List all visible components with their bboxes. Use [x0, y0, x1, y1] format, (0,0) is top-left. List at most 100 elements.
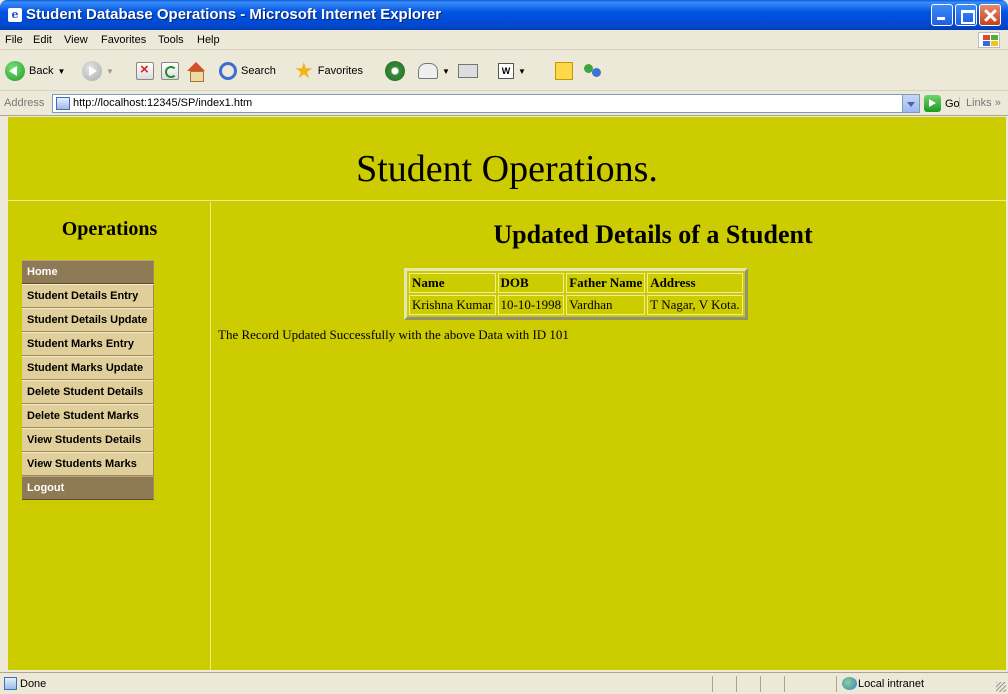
- word-icon: W: [498, 63, 514, 79]
- nav-item-home[interactable]: Home: [22, 260, 154, 284]
- update-status-message: The Record Updated Successfully with the…: [218, 327, 569, 342]
- cell-address: T Nagar, V Kota.: [647, 295, 743, 315]
- student-details-table: Name DOB Father Name Address Krishna Kum…: [404, 268, 748, 320]
- links-label: Links: [966, 97, 992, 109]
- main-heading: Updated Details of a Student: [493, 220, 813, 249]
- search-icon: [219, 62, 237, 80]
- messenger-button[interactable]: [582, 59, 604, 83]
- media-button[interactable]: [385, 59, 405, 83]
- home-icon: [186, 62, 206, 82]
- table-row: Krishna Kumar 10-10-1998 Vardhan T Nagar…: [409, 295, 743, 315]
- local-intranet-icon: [842, 677, 857, 690]
- cell-name: Krishna Kumar: [409, 295, 496, 315]
- messenger-icon: [582, 62, 604, 80]
- menu-view[interactable]: View: [64, 34, 88, 46]
- window-title: Student Database Operations - Microsoft …: [26, 6, 442, 23]
- mail-dropdown-icon[interactable]: ▼: [442, 67, 450, 76]
- status-text: Done: [20, 678, 47, 690]
- nav-item-student-marks-entry[interactable]: Student Marks Entry: [22, 332, 154, 356]
- back-label: Back: [29, 65, 54, 77]
- column-header-father-name: Father Name: [566, 273, 646, 293]
- nav-item-view-students-marks[interactable]: View Students Marks: [22, 452, 154, 476]
- go-button[interactable]: Go: [924, 95, 960, 112]
- edit-button[interactable]: W ▼: [498, 59, 526, 83]
- back-dropdown-icon[interactable]: ▼: [57, 67, 65, 76]
- go-arrow-icon: [924, 95, 941, 112]
- address-input[interactable]: http://localhost:12345/SP/index1.htm: [52, 94, 920, 113]
- security-zone-text: Local intranet: [858, 678, 925, 690]
- minimize-button[interactable]: [931, 4, 953, 26]
- menu-file[interactable]: File: [5, 34, 23, 46]
- nav-item-view-students-details[interactable]: View Students Details: [22, 428, 154, 452]
- stop-button[interactable]: [136, 59, 154, 83]
- back-icon: [5, 61, 25, 81]
- column-header-dob: DOB: [497, 273, 565, 293]
- nav-item-delete-student-details[interactable]: Delete Student Details: [22, 380, 154, 404]
- nav-item-student-details-update[interactable]: Student Details Update: [22, 308, 154, 332]
- resize-grip-icon[interactable]: [996, 682, 1006, 692]
- address-url[interactable]: http://localhost:12345/SP/index1.htm: [73, 97, 252, 109]
- sidebar-title: Operations: [61, 218, 158, 240]
- back-button[interactable]: Back ▼: [5, 59, 65, 83]
- page-header: Student Operations.: [8, 117, 1006, 201]
- nav-item-student-details-entry[interactable]: Student Details Entry: [22, 284, 154, 308]
- favorites-star-icon: ★: [294, 58, 314, 83]
- mail-button[interactable]: ▼: [418, 59, 450, 83]
- sidebar: Operations Home Student Details Entry St…: [8, 202, 211, 670]
- status-divider: [784, 676, 785, 692]
- address-bar: Address http://localhost:12345/SP/index1…: [0, 92, 1008, 116]
- cell-father-name: Vardhan: [566, 295, 646, 315]
- table-header-row: Name DOB Father Name Address: [409, 273, 743, 293]
- note-icon: [555, 62, 573, 80]
- status-bar: Done Local intranet: [0, 672, 1008, 694]
- refresh-button[interactable]: [161, 59, 179, 83]
- nav-item-delete-student-marks[interactable]: Delete Student Marks: [22, 404, 154, 428]
- status-divider: [736, 676, 737, 692]
- go-label: Go: [945, 97, 960, 110]
- search-button[interactable]: Search: [219, 59, 276, 83]
- print-button[interactable]: [458, 59, 478, 83]
- address-label: Address: [4, 97, 45, 109]
- forward-icon: [82, 61, 102, 81]
- menu-tools[interactable]: Tools: [158, 34, 184, 46]
- page-title: Student Operations.: [356, 148, 658, 190]
- favorites-button[interactable]: ★ Favorites: [294, 59, 363, 83]
- nav-item-logout[interactable]: Logout: [22, 476, 154, 500]
- close-button[interactable]: [979, 4, 1001, 26]
- menu-edit[interactable]: Edit: [33, 34, 52, 46]
- maximize-button[interactable]: [955, 4, 977, 26]
- toolbar: Back ▼ ▼ Search ★ Favorites ▼ W ▼: [0, 51, 1008, 91]
- menu-bar: File Edit View Favorites Tools Help: [0, 30, 1008, 50]
- favorites-label: Favorites: [317, 65, 363, 77]
- nav-item-student-marks-update[interactable]: Student Marks Update: [22, 356, 154, 380]
- links-button[interactable]: Links »: [959, 97, 1001, 109]
- refresh-icon: [161, 62, 179, 80]
- media-icon: [385, 61, 405, 81]
- nav-list: Home Student Details Entry Student Detai…: [22, 260, 154, 500]
- menu-help[interactable]: Help: [197, 34, 220, 46]
- forward-dropdown-icon[interactable]: ▼: [106, 67, 114, 76]
- ie-icon: e: [8, 8, 22, 22]
- status-divider: [760, 676, 761, 692]
- edit-dropdown-icon[interactable]: ▼: [518, 67, 526, 76]
- cell-dob: 10-10-1998: [497, 295, 565, 315]
- window-title-bar[interactable]: e Student Database Operations - Microsof…: [0, 0, 1008, 30]
- page-status-icon: [4, 677, 17, 690]
- menu-favorites[interactable]: Favorites: [101, 34, 146, 46]
- main-content: Updated Details of a Student Name DOB Fa…: [212, 202, 1006, 670]
- home-button[interactable]: [186, 59, 206, 83]
- windows-logo-icon: [978, 32, 1000, 48]
- status-divider: [712, 676, 713, 692]
- column-header-address: Address: [647, 273, 743, 293]
- status-divider: [836, 676, 837, 692]
- search-label: Search: [241, 65, 276, 77]
- address-dropdown-icon[interactable]: [902, 95, 919, 112]
- print-icon: [458, 64, 478, 78]
- forward-button[interactable]: ▼: [82, 59, 114, 83]
- page-icon: [56, 97, 70, 110]
- page-content: Student Operations. Operations Home Stud…: [8, 117, 1006, 670]
- discuss-button[interactable]: [555, 59, 573, 83]
- mail-icon: [418, 63, 438, 79]
- stop-icon: [136, 61, 154, 80]
- column-header-name: Name: [409, 273, 496, 293]
